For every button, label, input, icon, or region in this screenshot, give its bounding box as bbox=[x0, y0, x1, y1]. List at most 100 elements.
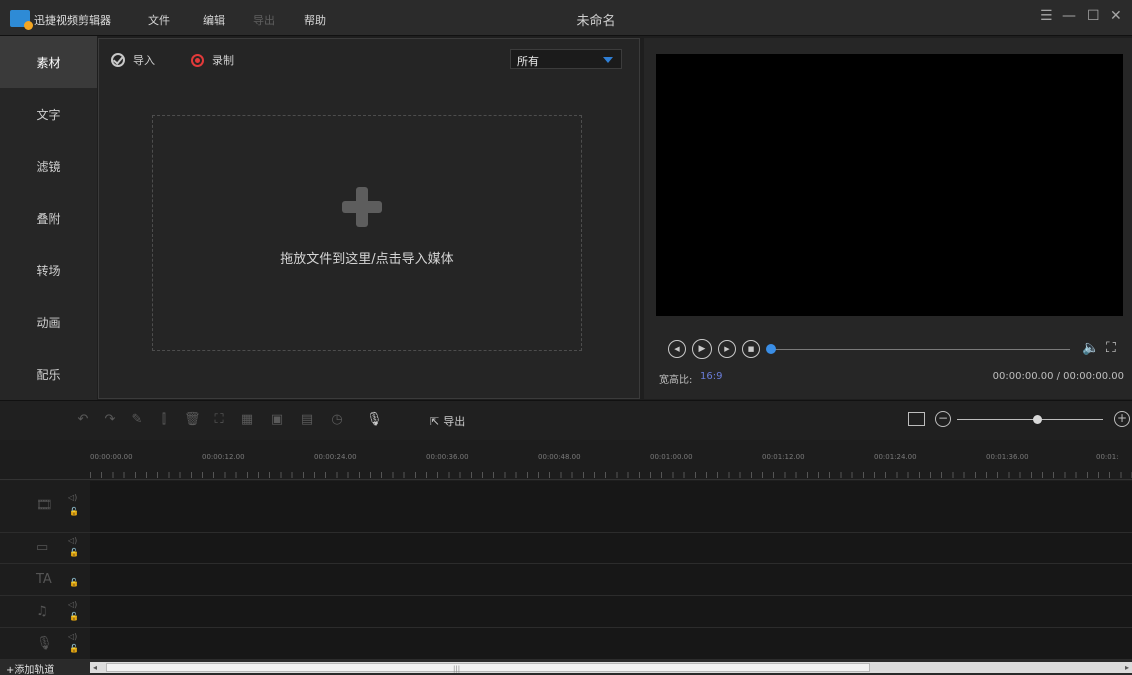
split-icon[interactable]: ⫿ bbox=[157, 413, 171, 427]
zoom-fit-icon[interactable] bbox=[908, 412, 925, 426]
text-track-icon: TA bbox=[36, 572, 52, 587]
aspect-ratio-label: 宽高比: bbox=[659, 375, 693, 386]
seek-bar[interactable] bbox=[774, 349, 1070, 350]
freeze-icon[interactable]: ▣ bbox=[270, 413, 284, 427]
ruler-label: 00:01:24.00 bbox=[874, 453, 917, 461]
close-icon[interactable]: ✕ bbox=[1110, 8, 1122, 24]
left-nav: 素材 文字 滤镜 叠附 转场 动画 配乐 bbox=[0, 36, 97, 400]
aspect-ratio-value[interactable]: 16:9 bbox=[700, 371, 722, 382]
menu-help[interactable]: 帮助 bbox=[304, 12, 326, 28]
music-track[interactable] bbox=[90, 596, 1132, 628]
lock-icon[interactable]: 🔓 bbox=[69, 507, 79, 516]
duration-icon[interactable]: ◷ bbox=[330, 413, 344, 427]
maximize-icon[interactable]: ☐ bbox=[1087, 8, 1100, 24]
title-bar: 迅捷视频剪辑器 文件 编辑 导出 帮助 未命名 ☰ — ☐ ✕ bbox=[0, 0, 1132, 36]
nav-item-overlay[interactable]: 叠附 bbox=[0, 192, 97, 244]
chevron-down-icon bbox=[603, 57, 613, 63]
scroll-right-icon[interactable]: ▸ bbox=[1125, 663, 1129, 672]
timecode: 00:00:00.00 / 00:00:00.00 bbox=[992, 371, 1124, 382]
media-filter-select[interactable]: 所有 bbox=[510, 49, 622, 69]
lock-icon[interactable]: 🔓 bbox=[69, 644, 79, 653]
zoom-in-icon[interactable]: + bbox=[1114, 411, 1130, 427]
ruler-label: 00:01:36.00 bbox=[986, 453, 1029, 461]
export-icon: ⇱ bbox=[430, 414, 440, 428]
voice-track-header: 🎙 ◁) 🔓 bbox=[0, 628, 90, 660]
app-logo-icon bbox=[10, 10, 33, 30]
bottom-bar: +添加轨道 ◂ ||| ▸ bbox=[0, 660, 1132, 675]
pip-track-header: ▭ ◁) 🔓 bbox=[0, 533, 90, 564]
media-dropzone[interactable]: 拖放文件到这里/点击导入媒体 bbox=[152, 115, 582, 351]
fullscreen-icon[interactable]: ⛶ bbox=[1106, 340, 1116, 356]
music-track-header: ♫ ◁) 🔓 bbox=[0, 596, 90, 628]
volume-icon[interactable]: 🔈 bbox=[1082, 340, 1099, 356]
media-panel: 导入 录制 所有 拖放文件到这里/点击导入媒体 bbox=[98, 38, 640, 399]
stop-button[interactable]: ■ bbox=[742, 340, 760, 358]
zoom-slider[interactable] bbox=[957, 419, 1103, 420]
video-track-icon: 🎞 bbox=[36, 498, 53, 513]
import-button[interactable]: 导入 bbox=[111, 52, 155, 68]
voiceover-icon[interactable]: 🎙 bbox=[366, 413, 383, 427]
minimize-icon[interactable]: — bbox=[1062, 8, 1076, 24]
video-track-header: 🎞 ◁) 🔓 bbox=[0, 481, 90, 533]
mosaic-icon[interactable]: ▦ bbox=[240, 413, 254, 427]
timeline-export-button[interactable]: ⇱ 导出 bbox=[430, 413, 465, 429]
nav-item-text[interactable]: 文字 bbox=[0, 88, 97, 140]
undo-icon[interactable]: ↶ bbox=[76, 413, 90, 427]
zoom-slider-handle[interactable] bbox=[1033, 415, 1043, 424]
dropzone-hint: 拖放文件到这里/点击导入媒体 bbox=[280, 252, 454, 267]
menu-export[interactable]: 导出 bbox=[253, 12, 275, 28]
scrollbar-thumb[interactable]: ||| bbox=[106, 663, 870, 673]
nav-item-filter[interactable]: 滤镜 bbox=[0, 140, 97, 192]
plus-icon bbox=[342, 187, 382, 227]
timeline-export-label: 导出 bbox=[443, 415, 466, 428]
record-button[interactable]: 录制 bbox=[191, 52, 234, 68]
prev-frame-button[interactable]: ◀ bbox=[668, 340, 686, 358]
play-icon: ▶ bbox=[698, 344, 706, 354]
mute-icon[interactable]: ◁) bbox=[68, 536, 77, 545]
mute-icon[interactable]: ◁) bbox=[68, 600, 77, 609]
crop-icon[interactable]: ⛶ bbox=[212, 413, 226, 427]
app-name: 迅捷视频剪辑器 bbox=[34, 14, 111, 27]
video-track[interactable] bbox=[90, 481, 1132, 533]
ruler-ticks bbox=[90, 472, 1132, 478]
pip-track[interactable] bbox=[90, 533, 1132, 564]
filter-value: 所有 bbox=[517, 55, 539, 68]
import-label: 导入 bbox=[133, 54, 155, 67]
nav-item-transition[interactable]: 转场 bbox=[0, 244, 97, 296]
lock-icon[interactable]: 🔓 bbox=[69, 578, 79, 587]
subtitle-icon[interactable]: ▤ bbox=[300, 413, 314, 427]
delete-icon[interactable]: 🗑 bbox=[184, 413, 201, 427]
record-label: 录制 bbox=[212, 54, 234, 67]
scroll-left-icon[interactable]: ◂ bbox=[93, 663, 97, 672]
ruler-label: 00:00:36.00 bbox=[426, 453, 469, 461]
text-track-header: TA 🔓 bbox=[0, 564, 90, 596]
nav-item-animation[interactable]: 动画 bbox=[0, 296, 97, 348]
seek-handle[interactable] bbox=[766, 344, 776, 354]
add-track-button[interactable]: +添加轨道 bbox=[6, 661, 54, 675]
next-frame-icon: ▶ bbox=[724, 345, 730, 353]
ruler-label: 00:00:00.00 bbox=[90, 453, 133, 461]
menu-edit[interactable]: 编辑 bbox=[203, 12, 225, 28]
redo-icon[interactable]: ↷ bbox=[103, 413, 117, 427]
play-button[interactable]: ▶ bbox=[692, 339, 712, 359]
timeline-horizontal-scrollbar[interactable]: ◂ ||| ▸ bbox=[90, 662, 1132, 673]
zoom-out-icon[interactable]: − bbox=[935, 411, 951, 427]
edit-icon[interactable]: ✎ bbox=[130, 413, 144, 427]
nav-item-material[interactable]: 素材 bbox=[0, 36, 97, 88]
voice-track[interactable] bbox=[90, 628, 1132, 660]
lock-icon[interactable]: 🔓 bbox=[69, 548, 79, 557]
next-frame-button[interactable]: ▶ bbox=[718, 340, 736, 358]
ruler-label: 00:00:12.00 bbox=[202, 453, 245, 461]
mute-icon[interactable]: ◁) bbox=[68, 493, 77, 502]
preview-panel: ◀ ▶ ▶ ■ 🔈 ⛶ 宽高比: 16:9 00:00:00.00 / 00:0… bbox=[644, 38, 1132, 399]
menu-file[interactable]: 文件 bbox=[148, 12, 170, 28]
nav-item-music[interactable]: 配乐 bbox=[0, 348, 97, 400]
mute-icon[interactable]: ◁) bbox=[68, 632, 77, 641]
ruler-label: 00:00:24.00 bbox=[314, 453, 357, 461]
text-track[interactable] bbox=[90, 564, 1132, 596]
ruler-label: 00:01:12.00 bbox=[762, 453, 805, 461]
timeline-ruler[interactable]: 00:00:00.00 00:00:12.00 00:00:24.00 00:0… bbox=[0, 440, 1132, 480]
menu-icon[interactable]: ☰ bbox=[1040, 8, 1053, 24]
media-toolbar: 导入 录制 所有 bbox=[99, 39, 639, 77]
lock-icon[interactable]: 🔓 bbox=[69, 612, 79, 621]
